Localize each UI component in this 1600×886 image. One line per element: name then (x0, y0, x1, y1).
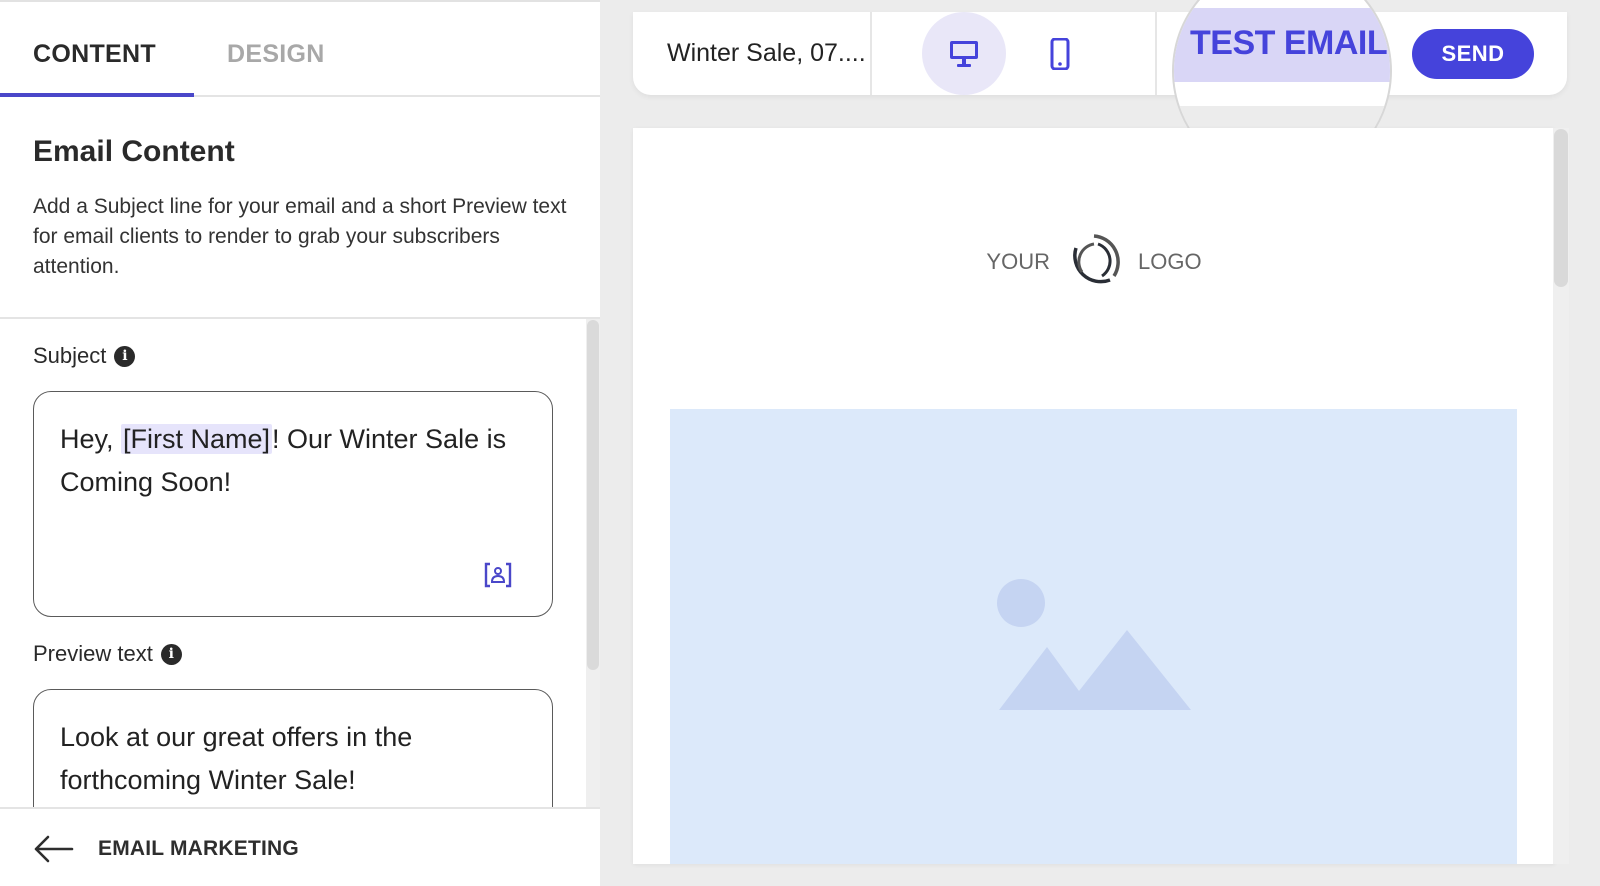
preview-value: Look at our great offers in the forthcom… (60, 722, 413, 795)
campaign-title[interactable]: Winter Sale, 07.... (667, 39, 867, 68)
left-panel: CONTENT DESIGN Email Content Add a Subje… (0, 0, 600, 886)
send-button[interactable]: SEND (1412, 29, 1534, 79)
logo-block[interactable]: YOUR LOGO (633, 232, 1555, 292)
subject-label-text: Subject (33, 343, 107, 368)
preview-scrollbar-thumb[interactable] (1554, 129, 1568, 287)
tab-design[interactable]: DESIGN (227, 40, 325, 69)
logo-icon (1073, 234, 1120, 284)
image-placeholder-icon (997, 579, 1191, 710)
info-icon[interactable]: i (114, 345, 136, 367)
section-title: Email Content (33, 135, 235, 168)
arrow-left-icon[interactable] (32, 834, 74, 864)
form-area: Subject i Hey, [First Name]! Our Winter … (0, 319, 600, 807)
divider (1155, 12, 1157, 95)
tab-bar: CONTENT DESIGN (0, 2, 600, 97)
desktop-view-button[interactable] (922, 12, 1006, 95)
subject-label: Subject i (33, 343, 136, 369)
subject-input[interactable]: Hey, [First Name]! Our Winter Sale is Co… (33, 391, 553, 617)
tab-content[interactable]: CONTENT (33, 40, 156, 69)
test-email-button[interactable]: TEST EMAIL (1190, 24, 1388, 63)
personalize-icon[interactable] (484, 562, 512, 588)
intro-section: Email Content Add a Subject line for you… (0, 97, 600, 319)
editor-toolbar: Winter Sale, 07.... SEND (633, 12, 1567, 95)
preview-label-text: Preview text (33, 641, 153, 666)
preview-text-input[interactable]: Look at our great offers in the forthcom… (33, 689, 553, 807)
divider (870, 12, 872, 95)
logo-text-left: YOUR (986, 249, 1050, 274)
desktop-icon (950, 40, 978, 67)
subject-prefix: Hey, (60, 424, 122, 454)
footer-nav[interactable]: EMAIL MARKETING (0, 807, 600, 886)
info-icon[interactable]: i (160, 643, 182, 665)
email-preview-canvas: YOUR LOGO (633, 128, 1555, 864)
left-scrollbar-thumb[interactable] (587, 320, 599, 670)
image-block[interactable] (670, 409, 1517, 864)
preview-label: Preview text i (33, 641, 182, 667)
back-to-email-marketing[interactable]: EMAIL MARKETING (98, 837, 299, 861)
merge-tag-first-name[interactable]: [First Name] (121, 424, 273, 454)
mobile-view-button[interactable] (1018, 12, 1102, 95)
mobile-icon (1050, 37, 1070, 70)
section-description: Add a Subject line for your email and a … (33, 195, 567, 278)
logo-text-right: LOGO (1137, 249, 1202, 274)
